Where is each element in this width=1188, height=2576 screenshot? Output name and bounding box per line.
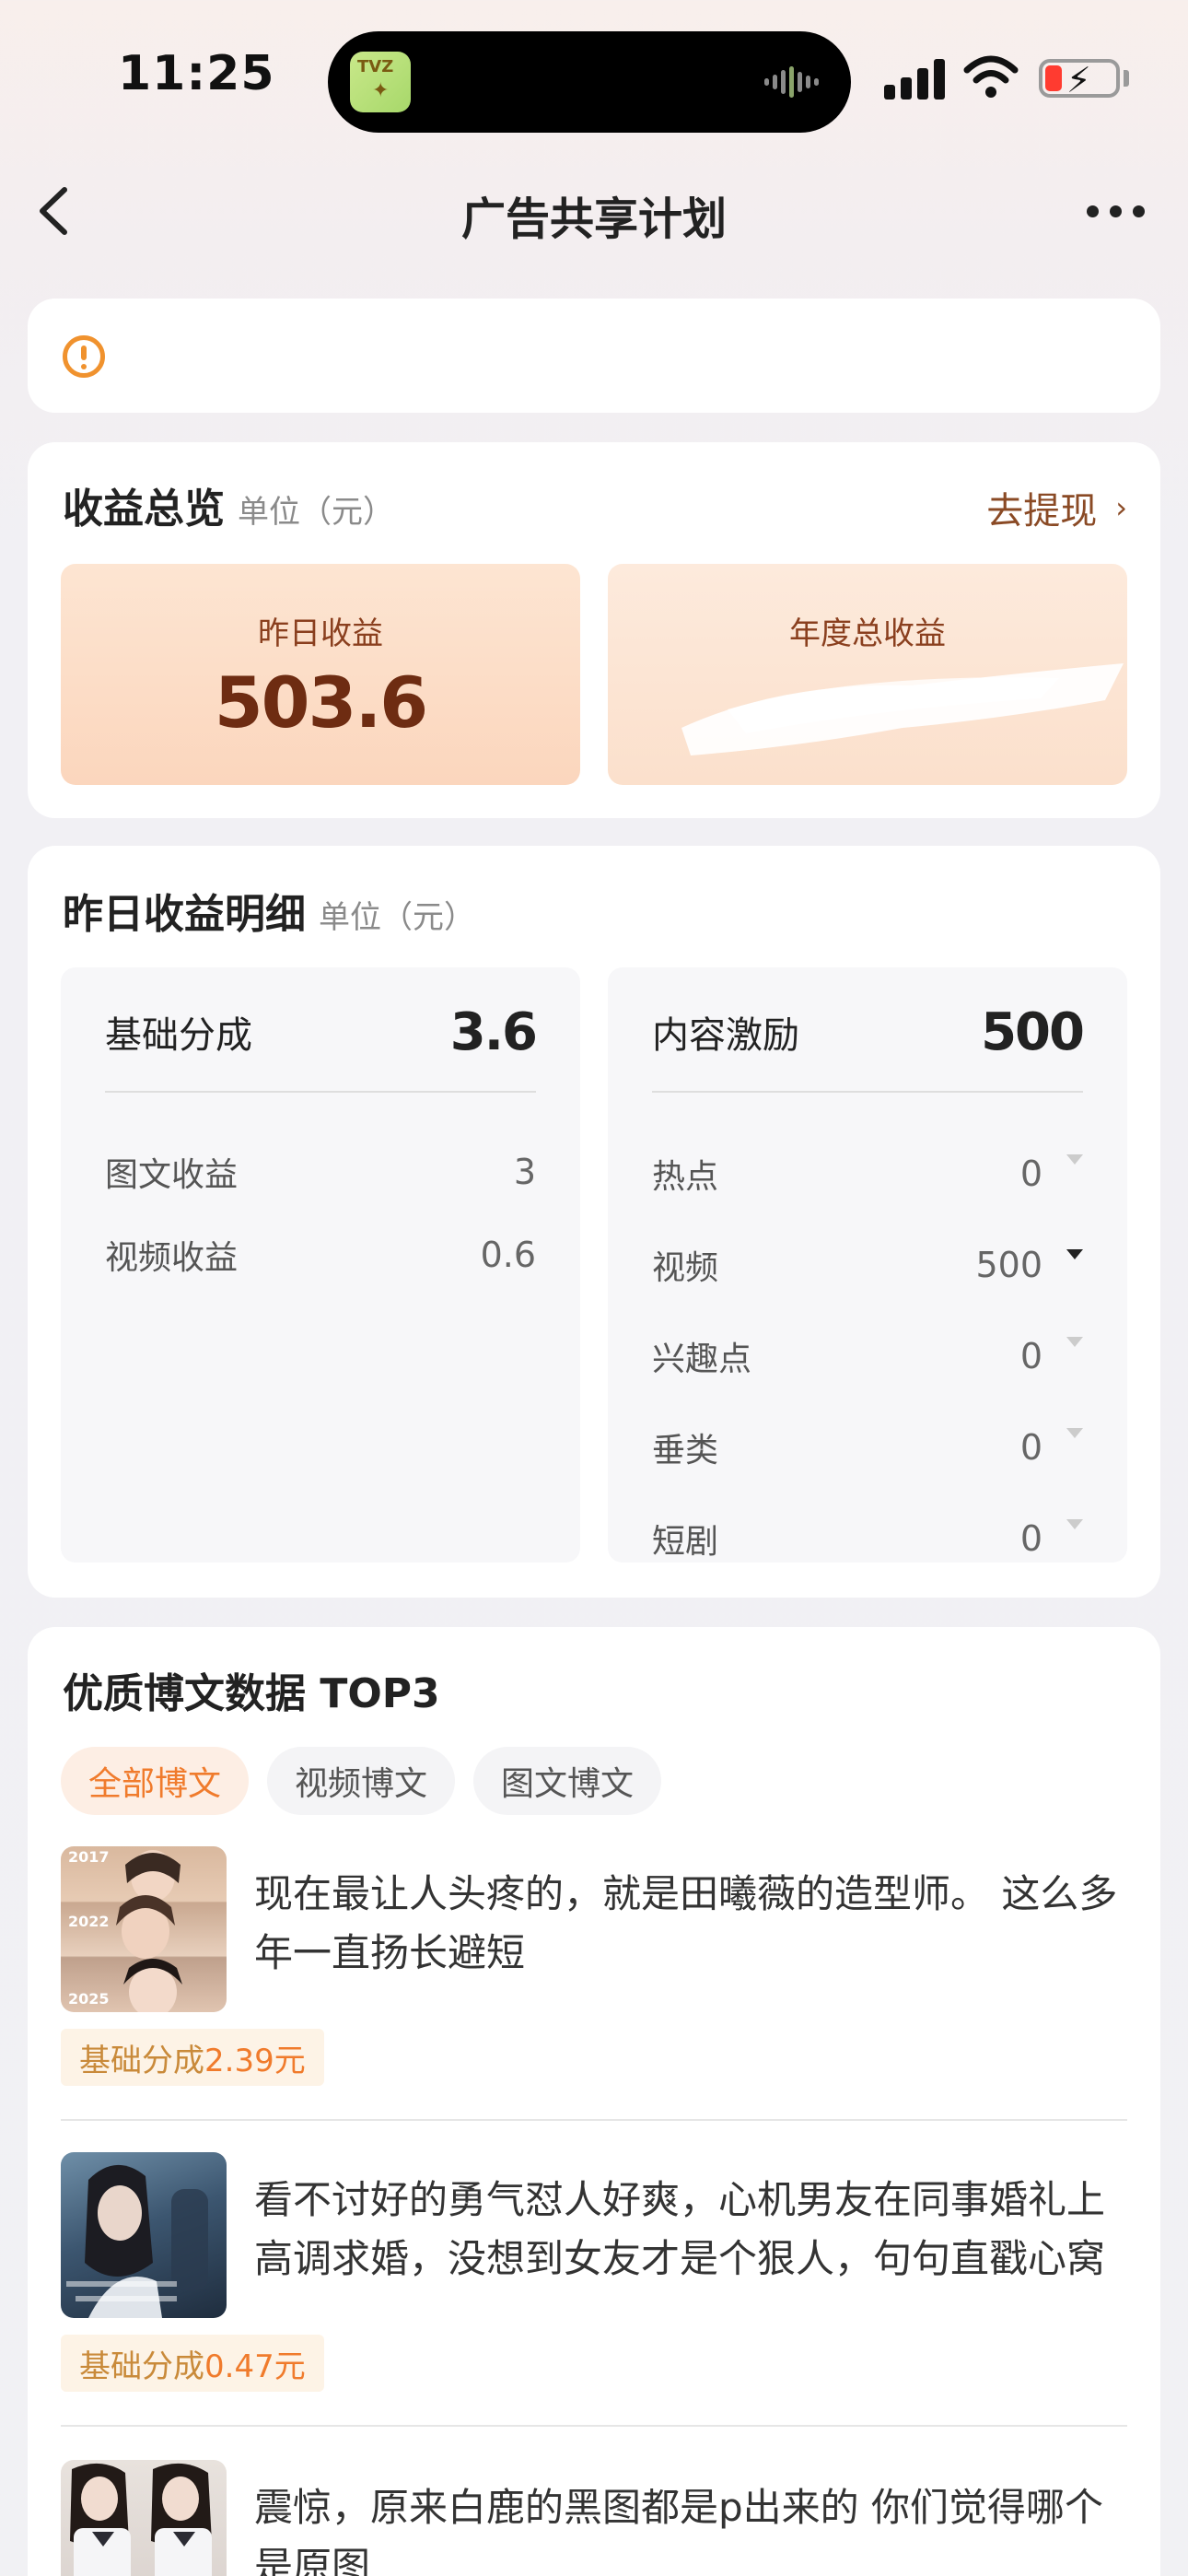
divider <box>105 1091 536 1093</box>
divider <box>652 1091 1083 1093</box>
chevron-down-icon[interactable] <box>1066 1153 1083 1165</box>
more-options-icon[interactable] <box>1087 197 1151 225</box>
nav-bar: 广告共享计划 <box>0 157 1188 267</box>
status-time: 11:25 <box>118 46 275 101</box>
withdraw-link[interactable]: 去提现 › <box>986 481 1127 534</box>
post-title: 现在最让人头疼的，就是田曦薇的造型师。 这么多年一直扬长避短 <box>254 1871 1118 1975</box>
charging-bolt-icon: ⚡ <box>1066 60 1091 100</box>
annual-earnings-box: 年度总收益 <box>608 564 1127 785</box>
divider <box>61 2425 1127 2427</box>
post-title: 看不讨好的勇气怼人好爽，心机男友在同事婚礼上高调求婚，没想到女友才是个狠人，句句… <box>254 2177 1106 2281</box>
incentive-row-short-drama[interactable]: 短剧 0 <box>652 1513 1083 1564</box>
base-share-panel: 基础分成 3.6 图文收益 3 视频收益 0.6 <box>61 967 580 1563</box>
tab-video-posts[interactable]: 视频博文 <box>267 1747 456 1815</box>
chevron-down-icon[interactable] <box>1066 1248 1083 1259</box>
post-title: 震惊，原来白鹿的黑图都是p出来的 你们觉得哪个是原图 <box>254 2485 1104 2576</box>
top3-title: 优质博文数据 TOP3 <box>63 1670 440 1717</box>
incentive-label: 内容激励 <box>652 1014 799 1057</box>
base-share-value: 3.6 <box>449 1001 538 1062</box>
divider <box>61 2119 1127 2121</box>
base-share-label: 基础分成 <box>105 1014 252 1057</box>
dynamic-island[interactable]: TVZ ✦ <box>328 31 851 133</box>
withdraw-label: 去提现 <box>986 490 1098 533</box>
incentive-row-hotspot[interactable]: 热点 0 <box>652 1148 1083 1200</box>
post-earning-badge: 基础分成 0.47元 <box>61 2335 324 2392</box>
yesterday-earnings-value: 503.6 <box>214 662 428 744</box>
chevron-down-icon[interactable] <box>1066 1518 1083 1529</box>
overview-title: 收益总览 单位（元） <box>63 486 394 533</box>
tab-all-posts[interactable]: 全部博文 <box>61 1747 250 1815</box>
live-activity-app-icon: TVZ ✦ <box>350 52 411 112</box>
notice-banner[interactable] <box>28 299 1160 413</box>
detail-unit: 单位（元） <box>319 899 475 936</box>
top-posts-card: 优质博文数据 TOP3 全部博文 视频博文 图文博文 2017 2022 202… <box>28 1627 1160 2576</box>
redaction-smear <box>681 663 1124 755</box>
incentive-row-vertical[interactable]: 垂类 0 <box>652 1422 1083 1473</box>
yesterday-earnings-label: 昨日收益 <box>258 615 383 652</box>
content-incentive-panel: 内容激励 500 热点 0 视频 500 兴趣点 0 垂类 0 短剧 0 <box>608 967 1127 1563</box>
base-row-video: 视频收益 0.6 <box>105 1235 536 1277</box>
chevron-down-icon[interactable] <box>1066 1427 1083 1438</box>
detail-title: 昨日收益明细 单位（元） <box>63 891 475 938</box>
yesterday-detail-card: 昨日收益明细 单位（元） 基础分成 3.6 图文收益 3 视频收益 0.6 内容激… <box>28 846 1160 1598</box>
post-item[interactable]: 震惊，原来白鹿的黑图都是p出来的 你们觉得哪个是原图 <box>61 2460 1127 2576</box>
incentive-row-video[interactable]: 视频 500 <box>652 1239 1083 1291</box>
incentive-row-interest[interactable]: 兴趣点 0 <box>652 1330 1083 1382</box>
post-earning-badge: 基础分成 2.39元 <box>61 2029 324 2086</box>
post-item[interactable]: 2017 2022 2025 现在最让人头疼的，就是田曦薇的造型师。 这么多年一… <box>61 1846 1127 2104</box>
post-item[interactable]: 看不讨好的勇气怼人好爽，心机男友在同事婚礼上高调求婚，没想到女友才是个狠人，句句… <box>61 2152 1127 2410</box>
base-row-image-text: 图文收益 3 <box>105 1152 536 1194</box>
tab-image-text-posts[interactable]: 图文博文 <box>473 1747 662 1815</box>
warning-icon <box>63 335 105 378</box>
earnings-overview-card: 收益总览 单位（元） 去提现 › 昨日收益 503.6 年度总收益 <box>28 442 1160 818</box>
incentive-value: 500 <box>981 1001 1085 1062</box>
post-filter-tabs: 全部博文 视频博文 图文博文 <box>61 1747 662 1815</box>
battery-icon: ⚡ <box>1039 59 1120 100</box>
chevron-down-icon[interactable] <box>1066 1336 1083 1347</box>
status-bar: 11:25 TVZ ✦ ⚡ <box>0 0 1188 157</box>
overview-unit: 单位（元） <box>238 494 394 531</box>
audio-wave-icon <box>764 64 823 100</box>
page-title: 广告共享计划 <box>460 193 727 245</box>
post-thumbnail: 2017 2022 2025 <box>61 1846 227 2012</box>
yesterday-earnings-box: 昨日收益 503.6 <box>61 564 580 785</box>
post-thumbnail <box>61 2460 227 2576</box>
app-icon-text: TVZ <box>357 57 394 76</box>
wifi-icon <box>963 55 1019 98</box>
post-thumbnail <box>61 2152 227 2318</box>
cellular-signal-icon <box>884 57 945 100</box>
chevron-right-icon: › <box>1115 490 1127 525</box>
